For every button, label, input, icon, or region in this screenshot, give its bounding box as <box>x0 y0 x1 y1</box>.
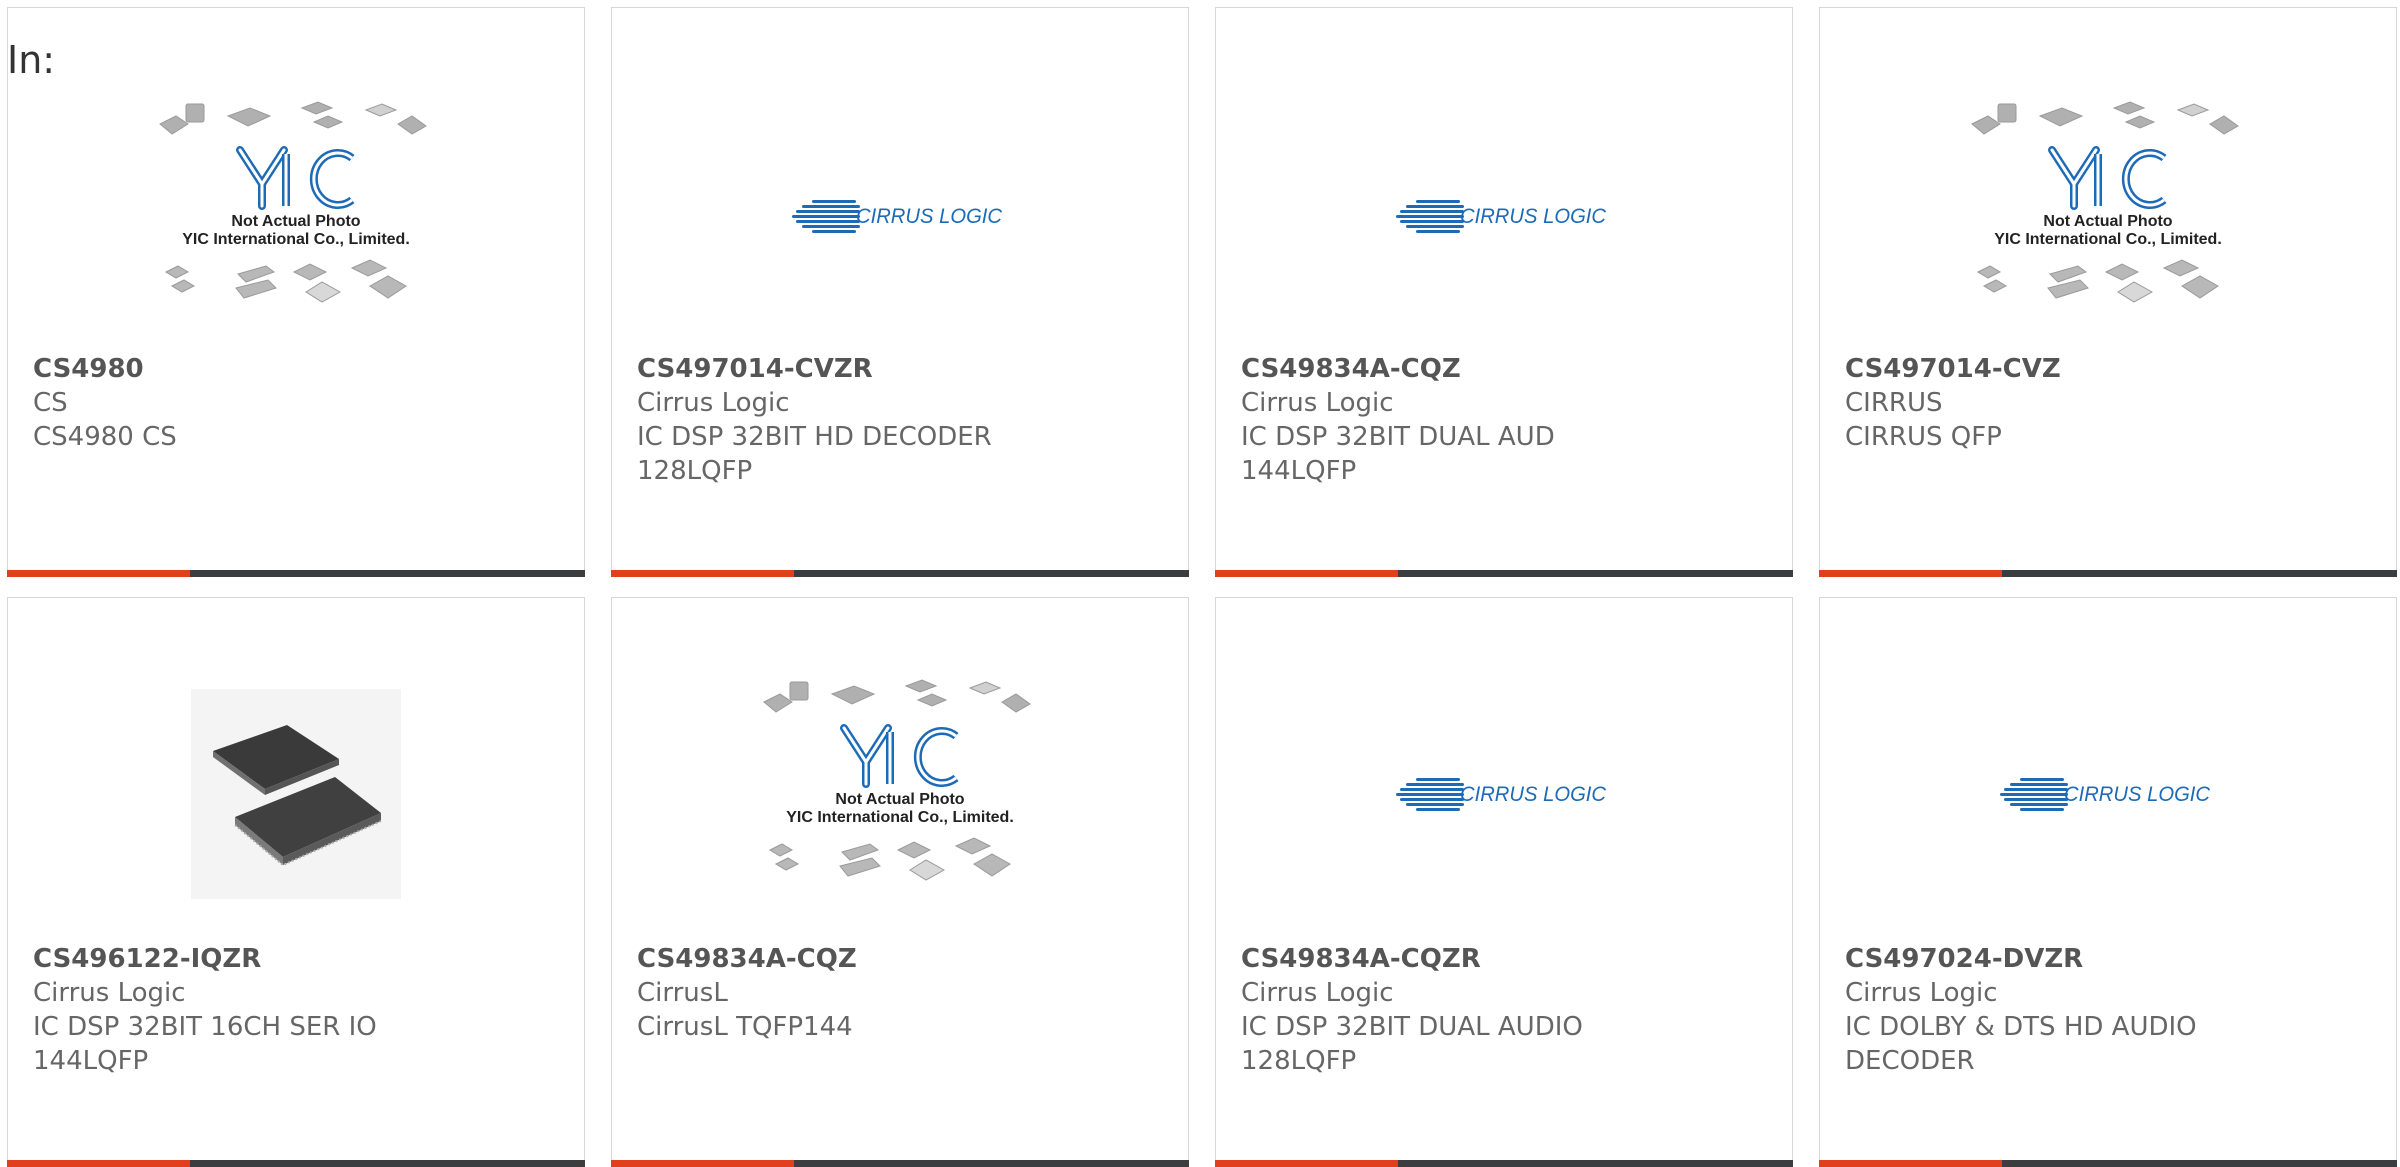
svg-text:YIC International Co., Limited: YIC International Co., Limited. <box>182 231 410 248</box>
card-bottom-bar <box>7 570 585 577</box>
product-image-placeholder: Not Actual Photo YIC International Co., … <box>156 96 436 336</box>
cirrus-logic-logo: CIRRUS LOGIC <box>1968 674 2248 914</box>
product-part-number[interactable]: CS4980 <box>33 352 564 386</box>
product-chip-photo <box>156 674 436 914</box>
svg-text:CIRRUS LOGIC: CIRRUS LOGIC <box>2064 783 2211 806</box>
product-card[interactable]: Not Actual Photo YIC International Co., … <box>7 7 585 577</box>
svg-text:Not Actual Photo: Not Actual Photo <box>231 213 360 230</box>
card-bottom-bar <box>611 570 1189 577</box>
product-card[interactable]: CIRRUS LOGIC CS497024-DVZR Cirrus Logic … <box>1819 597 2397 1167</box>
product-description: IC DSP 32BIT HD DECODER <box>637 422 992 452</box>
svg-text:YIC International Co., Limited: YIC International Co., Limited. <box>786 809 1014 826</box>
product-card[interactable]: CS496122-IQZR Cirrus Logic IC DSP 32BIT … <box>7 597 585 1167</box>
page-label: In: <box>7 38 56 82</box>
product-manufacturer: CirrusL <box>637 978 728 1008</box>
svg-text:YIC International Co., Limited: YIC International Co., Limited. <box>1994 231 2222 248</box>
product-part-number[interactable]: CS497014-CVZ <box>1845 352 2376 386</box>
product-package: 128LQFP <box>637 456 753 486</box>
product-manufacturer: CIRRUS <box>1845 388 1943 418</box>
cirrus-logic-logo: CIRRUS LOGIC <box>1364 674 1644 914</box>
product-description: CS4980 CS <box>33 422 177 452</box>
product-manufacturer: Cirrus Logic <box>1241 978 1394 1008</box>
product-part-number[interactable]: CS496122-IQZR <box>33 942 564 976</box>
product-part-number[interactable]: CS49834A-CQZR <box>1241 942 1772 976</box>
svg-text:CIRRUS LOGIC: CIRRUS LOGIC <box>1460 783 1607 806</box>
card-bottom-bar <box>1215 570 1793 577</box>
product-manufacturer: CS <box>33 388 68 418</box>
product-manufacturer: Cirrus Logic <box>1845 978 1998 1008</box>
card-bottom-bar <box>611 1160 1189 1167</box>
product-part-number[interactable]: CS49834A-CQZ <box>637 942 1168 976</box>
cirrus-logic-logo: CIRRUS LOGIC <box>760 96 1040 336</box>
card-bottom-bar <box>1215 1160 1793 1167</box>
product-manufacturer: Cirrus Logic <box>33 978 186 1008</box>
svg-text:Not Actual Photo: Not Actual Photo <box>835 791 964 808</box>
product-description: CirrusL TQFP144 <box>637 1012 853 1042</box>
product-grid: Not Actual Photo YIC International Co., … <box>0 0 2400 1167</box>
card-bottom-bar <box>1819 570 2397 577</box>
product-part-number[interactable]: CS497024-DVZR <box>1845 942 2376 976</box>
product-card[interactable]: CIRRUS LOGIC CS497014-CVZR Cirrus Logic … <box>611 7 1189 577</box>
product-image-placeholder: Not Actual Photo YIC International Co., … <box>1968 96 2248 336</box>
product-card[interactable]: CIRRUS LOGIC CS49834A-CQZ Cirrus Logic I… <box>1215 7 1793 577</box>
product-description: IC DSP 32BIT 16CH SER IO <box>33 1012 377 1042</box>
svg-text:Not Actual Photo: Not Actual Photo <box>2043 213 2172 230</box>
product-description: CIRRUS QFP <box>1845 422 2002 452</box>
svg-text:CIRRUS LOGIC: CIRRUS LOGIC <box>856 205 1003 228</box>
product-package: DECODER <box>1845 1046 1975 1076</box>
product-description: IC DSP 32BIT DUAL AUDIO <box>1241 1012 1583 1042</box>
product-package: 144LQFP <box>1241 456 1357 486</box>
product-card[interactable]: Not Actual Photo YIC International Co., … <box>611 597 1189 1167</box>
product-description: IC DOLBY & DTS HD AUDIO <box>1845 1012 2197 1042</box>
product-part-number[interactable]: CS49834A-CQZ <box>1241 352 1772 386</box>
product-card[interactable]: Not Actual Photo YIC International Co., … <box>1819 7 2397 577</box>
product-description: IC DSP 32BIT DUAL AUD <box>1241 422 1555 452</box>
product-part-number[interactable]: CS497014-CVZR <box>637 352 1168 386</box>
product-package: 128LQFP <box>1241 1046 1357 1076</box>
product-card[interactable]: CIRRUS LOGIC CS49834A-CQZR Cirrus Logic … <box>1215 597 1793 1167</box>
card-bottom-bar <box>7 1160 585 1167</box>
product-package: 144LQFP <box>33 1046 149 1076</box>
cirrus-logic-logo: CIRRUS LOGIC <box>1364 96 1644 336</box>
product-image-placeholder: Not Actual Photo YIC International Co., … <box>760 674 1040 914</box>
card-bottom-bar <box>1819 1160 2397 1167</box>
product-manufacturer: Cirrus Logic <box>637 388 790 418</box>
product-manufacturer: Cirrus Logic <box>1241 388 1394 418</box>
svg-text:CIRRUS LOGIC: CIRRUS LOGIC <box>1460 205 1607 228</box>
